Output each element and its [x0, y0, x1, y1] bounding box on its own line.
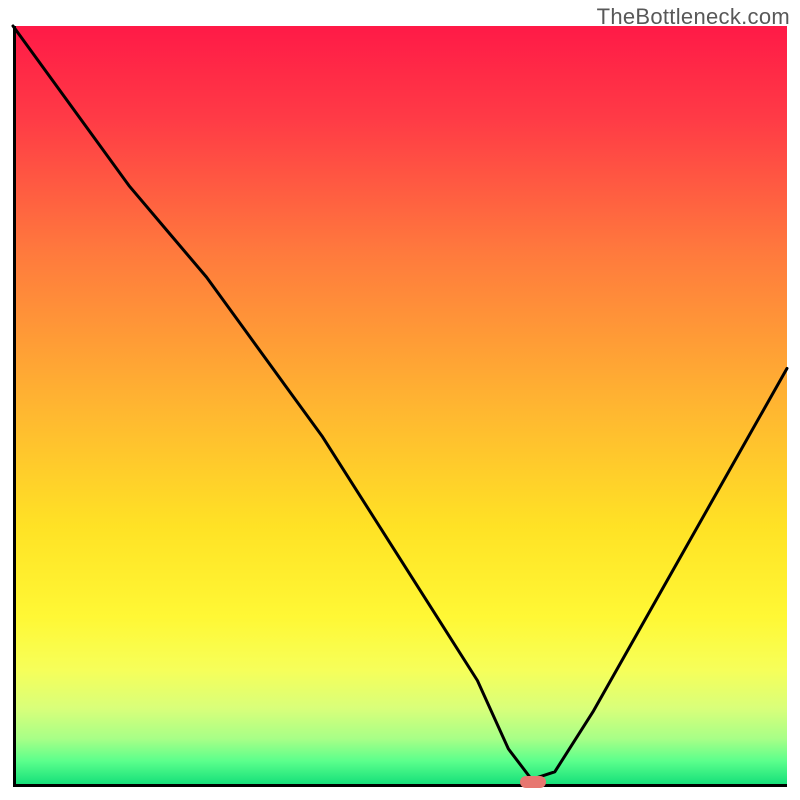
chart-stage: TheBottleneck.com — [0, 0, 800, 800]
watermark-text: TheBottleneck.com — [597, 4, 790, 30]
axes-frame — [13, 26, 787, 787]
optimal-marker — [520, 776, 546, 788]
